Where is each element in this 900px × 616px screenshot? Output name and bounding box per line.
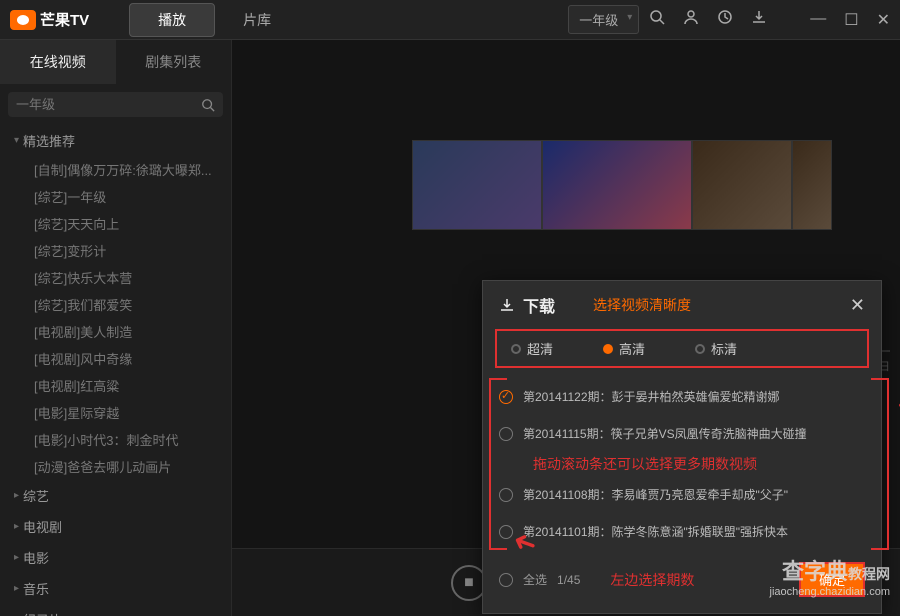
category-label: 电视剧 <box>23 517 62 536</box>
video-thumbnail[interactable] <box>542 140 692 230</box>
quality-selector: 超清 高清 标清 <box>495 329 869 368</box>
left-tab-episodes[interactable]: 剧集列表 <box>116 40 232 84</box>
category-row[interactable]: ▸ 综艺 <box>0 480 231 511</box>
mango-icon <box>10 10 36 30</box>
radio-icon <box>603 344 613 354</box>
quality-option-hd[interactable]: 高清 <box>603 339 645 358</box>
selection-count: 1/45 <box>557 573 580 587</box>
left-panel: 在线视频 剧集列表 ▾ 精选推荐 [自制]偶像万万碎:徐璐大曝郑...[综艺]一年… <box>0 40 232 616</box>
video-thumbnail[interactable] <box>692 140 792 230</box>
episode-title: 第20141122期：彭于晏井柏然英雄偏爱蛇精谢娜 <box>523 388 780 405</box>
sidebar-item[interactable]: [电视剧]美人制造 <box>0 318 231 345</box>
annotation-box <box>871 378 889 550</box>
dialog-title: 下载 <box>523 293 555 317</box>
search-input[interactable] <box>16 97 201 112</box>
select-all-label: 全选 <box>523 571 547 588</box>
maximize-icon[interactable]: ☐ <box>844 10 858 30</box>
grade-select[interactable]: 一年级 ▾ <box>568 5 639 34</box>
history-icon[interactable] <box>717 9 733 30</box>
sidebar-item[interactable]: [动漫]爸爸去哪儿动画片 <box>0 453 231 480</box>
sidebar-item[interactable]: [电影]星际穿越 <box>0 399 231 426</box>
video-thumbnail[interactable] <box>412 140 542 230</box>
sidebar-item[interactable]: [综艺]天天向上 <box>0 210 231 237</box>
minimize-icon[interactable]: — <box>810 10 826 30</box>
video-thumbnail[interactable] <box>792 140 832 230</box>
annotation-box <box>489 378 507 550</box>
category-row[interactable]: ▸ 音乐 <box>0 573 231 604</box>
sidebar-item[interactable]: [综艺]一年级 <box>0 183 231 210</box>
grade-select-value: 一年级 <box>579 13 618 28</box>
app-logo: 芒果TV <box>10 9 89 30</box>
category-label: 音乐 <box>23 579 49 598</box>
sidebar-item[interactable]: [综艺]我们都爱笑 <box>0 291 231 318</box>
category-label: 综艺 <box>23 486 49 505</box>
episode-list: 第20141122期：彭于晏井柏然英雄偏爱蛇精谢娜 第20141115期：筷子兄… <box>483 378 881 550</box>
sidebar-item[interactable]: [电影]小时代3：刺金时代 <box>0 426 231 453</box>
episode-row[interactable]: 第20141101期：陈学冬陈意涵"拆婚联盟"强拆快本 <box>495 513 869 550</box>
select-all-checkbox[interactable] <box>499 573 513 587</box>
content-area: 周六 周日 下载 选择视频清晰度 ✕ 超清 高清 标清 第20141122期：彭… <box>232 40 900 616</box>
app-name-text: 芒果TV <box>40 9 89 30</box>
chevron-right-icon: ▸ <box>14 490 19 501</box>
user-icon[interactable] <box>683 9 699 30</box>
episode-row[interactable]: 第20141115期：筷子兄弟VS凤凰传奇洗脑神曲大碰撞 <box>495 415 869 452</box>
chevron-right-icon: ▸ <box>14 521 19 532</box>
annotation-hint: 拖动滚动条还可以选择更多期数视频 <box>495 452 869 476</box>
radio-icon <box>695 344 705 354</box>
nav-tab-library[interactable]: 片库 <box>215 4 299 36</box>
sidebar-item[interactable]: [电视剧]风中奇缘 <box>0 345 231 372</box>
category-row[interactable]: ▸ 电影 <box>0 542 231 573</box>
sidebar-item[interactable]: [综艺]快乐大本营 <box>0 264 231 291</box>
category-label: 纪录片 <box>23 610 62 616</box>
episode-title: 第20141108期：李易峰贾乃亮恩爱牵手却成"父子" <box>523 486 788 503</box>
annotation-hint: 左边选择期数 <box>610 570 694 590</box>
quality-option-ultra[interactable]: 超清 <box>511 339 553 358</box>
nav-tab-play[interactable]: 播放 <box>129 3 215 37</box>
category-label: 电影 <box>23 548 49 567</box>
chevron-right-icon: ▸ <box>14 583 19 594</box>
sidebar-item[interactable]: [自制]偶像万万碎:徐璐大曝郑... <box>0 156 231 183</box>
sidebar-item[interactable]: [综艺]变形计 <box>0 237 231 264</box>
search-icon <box>201 98 215 112</box>
category-row[interactable]: ▸ 电视剧 <box>0 511 231 542</box>
search-icon[interactable] <box>649 9 665 30</box>
featured-title: 精选推荐 <box>23 131 75 150</box>
sidebar-item[interactable]: [电视剧]红高粱 <box>0 372 231 399</box>
dialog-subtitle: 选择视频清晰度 <box>593 295 691 315</box>
download-icon <box>499 297 515 313</box>
radio-icon <box>511 344 521 354</box>
episode-title: 第20141115期：筷子兄弟VS凤凰传奇洗脑神曲大碰撞 <box>523 425 807 442</box>
category-row[interactable]: ▸纪录片 <box>0 604 231 616</box>
chevron-right-icon: ▸ <box>14 552 19 563</box>
chevron-down-icon: ▾ <box>627 12 632 23</box>
search-box[interactable] <box>8 92 223 117</box>
chevron-down-icon: ▾ <box>14 135 19 146</box>
episode-row[interactable]: 第20141108期：李易峰贾乃亮恩爱牵手却成"父子" <box>495 476 869 513</box>
category-featured[interactable]: ▾ 精选推荐 <box>0 125 231 156</box>
quality-option-sd[interactable]: 标清 <box>695 339 737 358</box>
left-tab-online[interactable]: 在线视频 <box>0 40 116 84</box>
close-icon[interactable]: ✕ <box>877 10 890 30</box>
watermark: 查字典教程网 jiaocheng.chazidian.com <box>770 554 890 598</box>
episode-title: 第20141101期：陈学冬陈意涵"拆婚联盟"强拆快本 <box>523 523 788 540</box>
episode-row[interactable]: 第20141122期：彭于晏井柏然英雄偏爱蛇精谢娜 <box>495 378 869 415</box>
thumbnail-carousel <box>412 140 832 230</box>
dialog-close-button[interactable]: ✕ <box>850 295 865 316</box>
download-icon[interactable] <box>751 9 767 30</box>
episode-checkbox[interactable] <box>499 390 513 404</box>
